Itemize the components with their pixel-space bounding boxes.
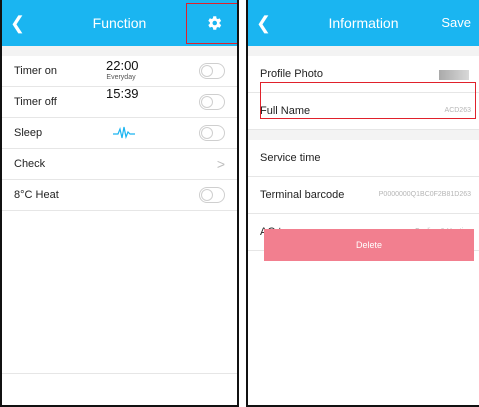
sleep-row[interactable]: Sleep (2, 118, 237, 149)
row-label: Service time (260, 152, 321, 164)
repeat-label: Everyday (106, 74, 136, 81)
save-button[interactable]: Save (441, 0, 471, 46)
time-value: 22:00 (106, 58, 139, 73)
profile-photo-thumbnail (439, 70, 469, 80)
information-header: ❮ Information Save (248, 0, 479, 46)
terminal-barcode-row: Terminal barcode P0000000Q1BC0F2B81D263 (248, 177, 479, 214)
timer-off-toggle[interactable] (199, 94, 225, 110)
timer-on-time: 22:00 Everyday (106, 58, 139, 82)
row-label: Sleep (14, 127, 43, 139)
row-label: Terminal barcode (260, 189, 345, 201)
heat-row[interactable]: 8°C Heat (2, 180, 237, 211)
terminal-barcode-value: P0000000Q1BC0F2B81D263 (378, 191, 471, 198)
timer-on-toggle[interactable] (199, 63, 225, 79)
check-row[interactable]: Check > (2, 149, 237, 180)
timer-on-row[interactable]: Timer on 22:00 Everyday (2, 56, 237, 87)
sleep-toggle[interactable] (199, 125, 225, 141)
time-value: 15:39 (106, 86, 139, 101)
row-label: 8°C Heat (14, 189, 59, 201)
row-label: Check (14, 158, 46, 170)
service-time-row[interactable]: Service time (248, 140, 479, 177)
row-label: Profile Photo (260, 68, 323, 80)
timer-off-time: 15:39 (106, 86, 139, 101)
pulse-wave-icon (113, 126, 135, 140)
row-label: Timer on (14, 65, 57, 77)
section-gap (2, 46, 237, 56)
section-gap (248, 130, 479, 140)
function-screen: ❮ Function Timer on 22:00 Everyday Timer… (0, 0, 239, 407)
timer-off-row[interactable]: Timer off 15:39 (2, 87, 237, 118)
section-gap (248, 46, 479, 56)
chevron-right-icon: > (216, 156, 225, 172)
delete-button[interactable]: Delete (264, 229, 474, 261)
heat-toggle[interactable] (199, 187, 225, 203)
bottom-divider (2, 373, 237, 374)
full-name-highlight (260, 82, 476, 119)
row-label: Timer off (14, 96, 57, 108)
settings-highlight (186, 3, 237, 44)
information-screen: ❮ Information Save Profile Photo Full Na… (246, 0, 479, 407)
